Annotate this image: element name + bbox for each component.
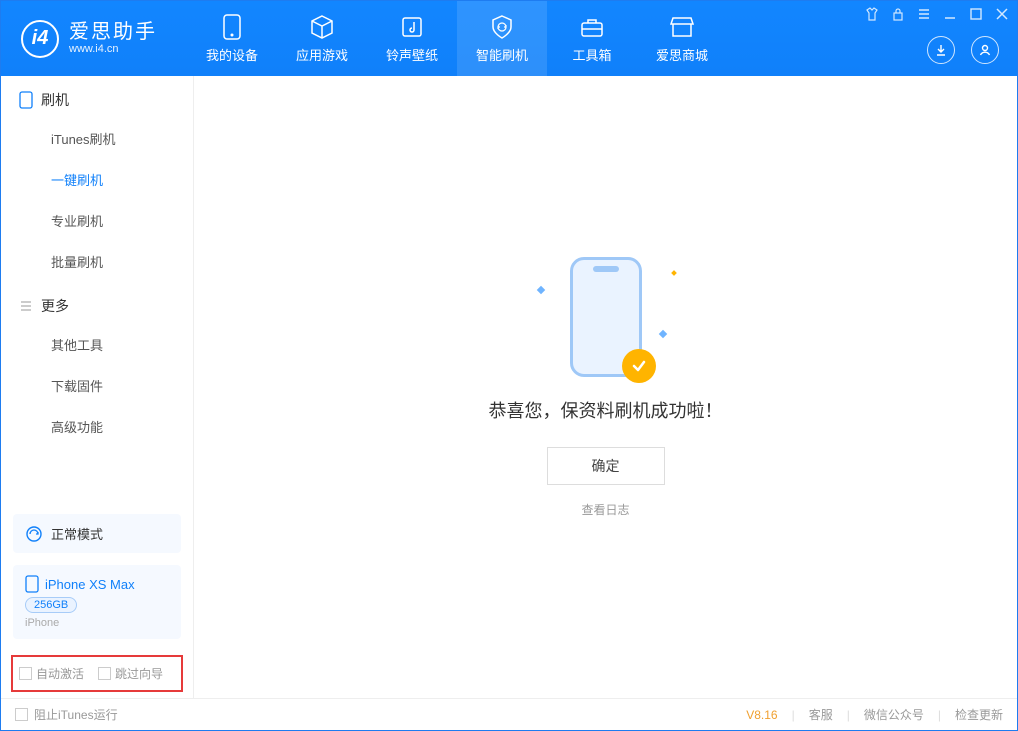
sidebar-item-other-tools[interactable]: 其他工具	[1, 324, 193, 365]
cb-label: 阻止iTunes运行	[34, 706, 118, 723]
mode-label: 正常模式	[51, 524, 103, 543]
nav-tab-ringtones[interactable]: 铃声壁纸	[367, 1, 457, 76]
logo-text: 爱思助手 www.i4.cn	[69, 21, 157, 55]
status-link-wechat[interactable]: 微信公众号	[864, 706, 924, 723]
checkbox-auto-activate[interactable]: 自动激活	[19, 665, 84, 682]
nav-label: 工具箱	[572, 45, 611, 64]
section-title: 更多	[41, 296, 69, 316]
version-label: V8.16	[746, 708, 777, 722]
success-message: 恭喜您，保资料刷机成功啦！	[489, 397, 723, 423]
app-window: i4 爱思助手 www.i4.cn 我的设备 应用游戏 铃声壁纸 智能刷机	[0, 0, 1018, 731]
header-right-icons	[927, 36, 999, 64]
device-capacity: 256GB	[25, 597, 77, 613]
logo-icon: i4	[21, 20, 59, 58]
sparkle-icon	[671, 270, 677, 276]
cb-label: 跳过向导	[115, 665, 163, 682]
sidebar-section-more: 更多	[1, 282, 193, 324]
nav-tab-device[interactable]: 我的设备	[187, 1, 277, 76]
view-log-link[interactable]: 查看日志	[581, 501, 629, 518]
mode-card[interactable]: 正常模式	[13, 514, 181, 553]
sidebar-item-batch-flash[interactable]: 批量刷机	[1, 241, 193, 282]
status-link-update[interactable]: 检查更新	[955, 706, 1003, 723]
nav-tab-flash[interactable]: 智能刷机	[457, 1, 547, 76]
nav-label: 智能刷机	[476, 45, 528, 64]
sidebar-item-download-firmware[interactable]: 下载固件	[1, 365, 193, 406]
lock-icon[interactable]	[891, 7, 905, 21]
statusbar-right: V8.16 | 客服 | 微信公众号 | 检查更新	[746, 706, 1003, 723]
checkbox-row-highlighted: 自动激活 跳过向导	[11, 655, 183, 692]
nav-label: 铃声壁纸	[386, 45, 438, 64]
device-phone-icon	[25, 575, 39, 593]
nav-label: 爱思商城	[656, 45, 708, 64]
cube-icon	[308, 13, 336, 41]
menu-icon[interactable]	[917, 7, 931, 21]
device-name: iPhone XS Max	[45, 577, 135, 592]
device-icon	[218, 13, 246, 41]
phone-icon	[19, 91, 33, 109]
logo-area: i4 爱思助手 www.i4.cn	[1, 20, 177, 58]
sparkle-icon	[658, 329, 666, 337]
check-badge-icon	[622, 349, 656, 383]
device-name-row: iPhone XS Max	[25, 575, 169, 593]
sparkle-icon	[536, 285, 544, 293]
app-name: 爱思助手	[69, 21, 157, 43]
window-controls	[865, 7, 1009, 21]
app-url: www.i4.cn	[69, 43, 157, 55]
checkbox-skip-guide[interactable]: 跳过向导	[98, 665, 163, 682]
shield-sync-icon	[488, 13, 516, 41]
main-content: 恭喜您，保资料刷机成功啦！ 确定 查看日志	[194, 76, 1017, 698]
store-icon	[668, 13, 696, 41]
sidebar-section-flash: 刷机	[1, 76, 193, 118]
nav-tab-apps[interactable]: 应用游戏	[277, 1, 367, 76]
status-link-support[interactable]: 客服	[809, 706, 833, 723]
success-illustration	[570, 257, 642, 377]
sidebar-items-flash: iTunes刷机 一键刷机 专业刷机 批量刷机	[1, 118, 193, 282]
nav-label: 应用游戏	[296, 45, 348, 64]
section-title: 刷机	[41, 90, 69, 110]
statusbar: 阻止iTunes运行 V8.16 | 客服 | 微信公众号 | 检查更新	[1, 698, 1017, 730]
music-icon	[398, 13, 426, 41]
download-icon[interactable]	[927, 36, 955, 64]
toolbox-icon	[578, 13, 606, 41]
sync-icon	[25, 525, 43, 543]
device-card[interactable]: iPhone XS Max 256GB iPhone	[13, 565, 181, 639]
nav-tab-store[interactable]: 爱思商城	[637, 1, 727, 76]
titlebar: i4 爱思助手 www.i4.cn 我的设备 应用游戏 铃声壁纸 智能刷机	[1, 1, 1017, 76]
user-icon[interactable]	[971, 36, 999, 64]
nav-tab-toolbox[interactable]: 工具箱	[547, 1, 637, 76]
sidebar-items-more: 其他工具 下载固件 高级功能	[1, 324, 193, 447]
close-button[interactable]	[995, 7, 1009, 21]
nav-label: 我的设备	[206, 45, 258, 64]
shirt-icon[interactable]	[865, 7, 879, 21]
sidebar-item-itunes-flash[interactable]: iTunes刷机	[1, 118, 193, 159]
nav-tabs: 我的设备 应用游戏 铃声壁纸 智能刷机 工具箱 爱思商城	[187, 1, 727, 76]
maximize-button[interactable]	[969, 7, 983, 21]
sidebar-item-oneclick-flash[interactable]: 一键刷机	[1, 159, 193, 200]
list-icon	[19, 299, 33, 313]
sidebar-item-advanced[interactable]: 高级功能	[1, 406, 193, 447]
body-area: 刷机 iTunes刷机 一键刷机 专业刷机 批量刷机 更多 其他工具 下载固件 …	[1, 76, 1017, 698]
sidebar: 刷机 iTunes刷机 一键刷机 专业刷机 批量刷机 更多 其他工具 下载固件 …	[1, 76, 194, 698]
device-type: iPhone	[25, 617, 169, 629]
checkbox-block-itunes[interactable]: 阻止iTunes运行	[15, 706, 118, 723]
minimize-button[interactable]	[943, 7, 957, 21]
ok-button[interactable]: 确定	[547, 447, 665, 485]
cb-label: 自动激活	[36, 665, 84, 682]
sidebar-item-pro-flash[interactable]: 专业刷机	[1, 200, 193, 241]
